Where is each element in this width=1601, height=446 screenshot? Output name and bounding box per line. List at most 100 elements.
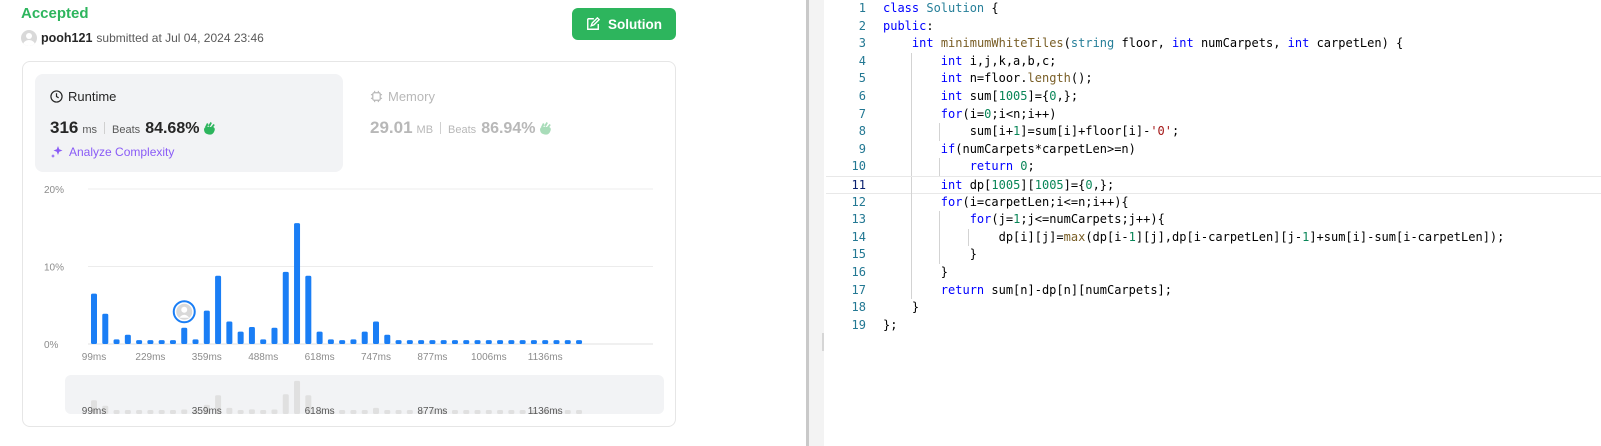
line-number: 4 — [858, 53, 866, 68]
line-number: 18 — [851, 300, 866, 315]
y-tick-label: 10% — [44, 263, 64, 274]
indent-guide — [911, 158, 913, 176]
indent-guide — [911, 281, 913, 300]
code-editor[interactable]: 1 class Solution {2 public: 3 int minimumWh… — [826, 0, 1601, 446]
code-line[interactable]: 3 int minimumWhiteTiles(string floor, in… — [826, 35, 1601, 53]
code-line[interactable]: 1 class Solution { — [826, 0, 1601, 18]
x-tick-label: 359ms — [192, 352, 222, 363]
code-line[interactable]: 6 int sum[1005]={0,}; — [826, 88, 1601, 106]
code-line[interactable]: 15 } — [826, 246, 1601, 264]
code-text: return 0; — [969, 159, 1035, 174]
line-number: 9 — [858, 141, 866, 156]
code-line[interactable]: 16 } — [826, 264, 1601, 282]
line-number: 8 — [858, 124, 866, 139]
chart-bar — [339, 340, 346, 344]
x-tick-label: 1006ms — [471, 352, 507, 363]
line-number: 16 — [851, 265, 866, 279]
code-line[interactable]: 9 if(numCarpets*carpetLen>=n) — [826, 140, 1601, 159]
chart-bar — [542, 340, 549, 344]
chart-bar — [440, 340, 447, 344]
code-line[interactable]: 4 int i,j,k,a,b,c; — [826, 52, 1601, 71]
code-line[interactable]: 10 return 0; — [826, 158, 1601, 176]
chart-bar — [192, 339, 199, 344]
line-number: 14 — [851, 229, 866, 244]
code-line[interactable]: 12 for(i=carpetLen;i<=n;i++){ — [826, 193, 1601, 212]
line-number: 12 — [851, 194, 866, 209]
code-text: for(i=0;i<n;i++) — [940, 106, 1057, 121]
y-tick-label: 20% — [44, 185, 64, 196]
x-tick-label: 877ms — [417, 352, 447, 363]
code-text: int dp[1005][1005]={0,}; — [940, 178, 1115, 192]
submission-status: Accepted — [21, 5, 89, 22]
range-selector[interactable] — [65, 375, 664, 414]
line-number: 17 — [851, 282, 866, 297]
indent-guide — [911, 70, 913, 88]
chart-bar — [124, 334, 131, 344]
chart-bar — [508, 340, 515, 344]
chart-bar — [497, 340, 504, 344]
code-text: } — [883, 265, 949, 279]
code-line[interactable]: 19}; — [826, 317, 1601, 335]
code-line[interactable]: 2 public: — [826, 18, 1601, 36]
indent-guide — [939, 246, 941, 264]
chart-bar — [576, 340, 583, 344]
indent-guide — [911, 211, 913, 229]
edit-icon — [587, 17, 600, 30]
code-line[interactable]: 14 dp[i][j]=max(dp[i-1][j],dp[i-carpetLe… — [826, 228, 1601, 247]
code-line[interactable]: 13 for(j=1;j<=numCarpets;j++){ — [826, 211, 1601, 229]
code-line[interactable]: 17 return sum[n]-dp[n][numCarpets]; — [826, 281, 1601, 300]
y-tick-label: 0% — [44, 340, 59, 351]
username-link[interactable]: pooh121 — [41, 31, 92, 45]
divider-handle[interactable] — [822, 333, 824, 351]
code-text: } — [883, 300, 920, 315]
solution-button[interactable]: Solution — [572, 8, 676, 40]
code-line[interactable]: 5 int n=floor.length(); — [826, 70, 1601, 88]
performance-card: Runtime 316 ms Beats 84.68% Analyze Comp… — [22, 61, 676, 427]
user-avatar[interactable] — [21, 30, 37, 46]
chart-bar — [203, 310, 210, 344]
chart-bar — [91, 293, 97, 344]
chart-bar — [350, 339, 357, 344]
line-number: 13 — [851, 212, 866, 227]
indent-guide — [939, 228, 941, 247]
submission-panel: Accepted pooh121 submitted at Jul 04, 20… — [0, 0, 806, 446]
x-tick-label: 1136ms — [528, 352, 563, 363]
x-tick-label: 488ms — [248, 352, 278, 363]
code-text: class Solution { — [883, 1, 999, 15]
x-tick-label: 99ms — [82, 352, 106, 363]
chart-bar — [406, 340, 413, 344]
chart-bar — [553, 340, 560, 344]
code-line[interactable]: 8 sum[i+1]=sum[i]+floor[i]-'0'; — [826, 123, 1601, 141]
chart-bar — [530, 340, 537, 344]
chart-bar — [248, 326, 255, 344]
code-line[interactable]: 7 for(i=0;i<n;i++) — [826, 105, 1601, 124]
indent-guide — [911, 88, 913, 106]
indent-guide — [939, 158, 941, 176]
line-number: 2 — [858, 18, 866, 33]
chart-bar — [136, 340, 143, 344]
line-number: 5 — [858, 71, 866, 86]
divider-line — [806, 0, 809, 446]
code-text: for(i=carpetLen;i<=n;i++){ — [940, 194, 1129, 209]
code-text: int n=floor.length(); — [940, 71, 1093, 86]
chart-bar — [305, 275, 312, 344]
code-text: sum[i+1]=sum[i]+floor[i]-'0'; — [883, 124, 1180, 139]
chart-bar — [384, 334, 391, 344]
chart-bar — [181, 327, 188, 344]
line-number: 11 — [851, 178, 866, 192]
chart-bar — [271, 327, 278, 344]
x-tick-label: 618ms — [305, 352, 335, 363]
x-tick-label: 747ms — [361, 352, 391, 363]
code-line[interactable]: 11 int dp[1005][1005]={0,}; — [826, 176, 1601, 195]
submitter-info: pooh121 submitted at Jul 04, 2024 23:46 — [21, 30, 264, 46]
indent-guide — [911, 193, 913, 212]
chart-bar — [373, 321, 379, 344]
chart-bar — [282, 271, 289, 344]
chart-bar — [395, 340, 402, 344]
code-text: int sum[1005]={0,}; — [940, 89, 1079, 103]
code-text: } — [883, 247, 977, 262]
code-text: int minimumWhiteTiles(string floor, int … — [911, 36, 1404, 51]
code-line[interactable]: 18 } — [826, 299, 1601, 317]
chart-bar — [158, 340, 165, 344]
chart-bar — [474, 340, 481, 344]
